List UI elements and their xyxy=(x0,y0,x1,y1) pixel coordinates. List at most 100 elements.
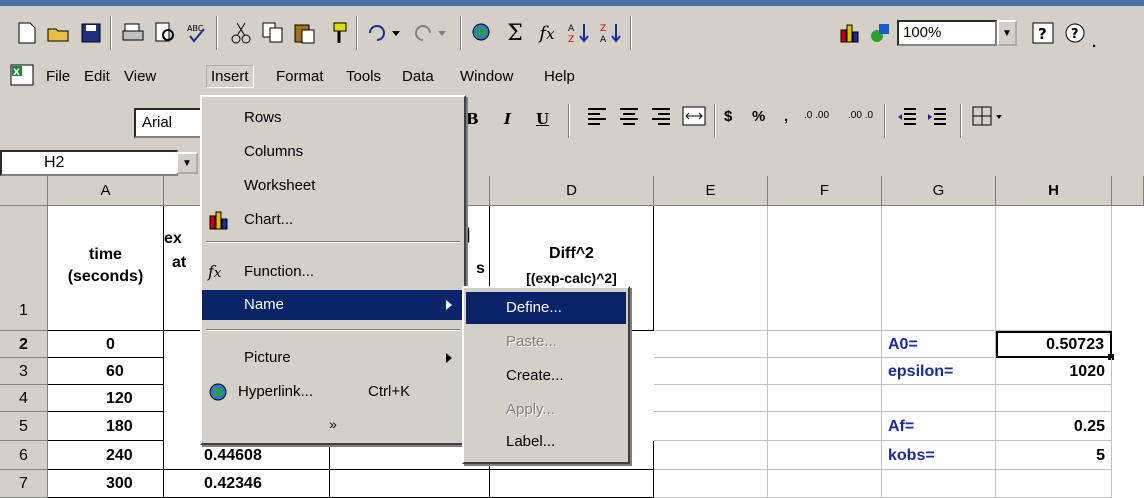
menu-window[interactable]: Window xyxy=(460,68,513,85)
hyperlink-icon[interactable] xyxy=(468,18,498,48)
sort-desc-icon[interactable]: ZA xyxy=(596,18,626,48)
cell-e2[interactable] xyxy=(654,331,768,358)
drawing-icon[interactable] xyxy=(866,18,896,48)
insert-hyperlink-item[interactable]: Hyperlink... Ctrl+K xyxy=(202,377,464,407)
borders-icon[interactable] xyxy=(972,106,1006,130)
column-header-e[interactable]: E xyxy=(654,176,768,206)
insert-chart-item[interactable]: Chart... xyxy=(202,205,464,235)
column-header-d[interactable]: D xyxy=(490,176,654,206)
menu-edit[interactable]: Edit xyxy=(84,68,110,85)
cell-a1[interactable]: time (seconds) xyxy=(48,206,164,331)
cell-d7[interactable] xyxy=(490,470,654,498)
format-painter-icon[interactable] xyxy=(322,18,352,48)
name-box-dropdown-arrow[interactable]: ▼ xyxy=(176,152,198,174)
office-assistant-icon[interactable]: ? xyxy=(1028,18,1058,48)
function-icon[interactable]: fx xyxy=(532,18,562,48)
menu-data[interactable]: Data xyxy=(402,68,434,85)
cell-f7[interactable] xyxy=(768,470,882,498)
insert-picture-item[interactable]: Picture xyxy=(202,343,464,373)
cell-f4[interactable] xyxy=(768,385,882,412)
name-apply-item[interactable]: Apply... xyxy=(466,394,626,426)
chart-wizard-icon[interactable] xyxy=(836,18,866,48)
name-create-item[interactable]: Create... xyxy=(466,360,626,392)
cut-icon[interactable] xyxy=(226,18,256,48)
row-header-7[interactable]: 7 xyxy=(0,470,48,498)
menu-tools[interactable]: Tools xyxy=(346,68,381,85)
decrease-decimal-icon[interactable]: .00 .0 xyxy=(848,110,873,121)
cell-e5[interactable] xyxy=(654,412,768,441)
undo-icon[interactable] xyxy=(364,18,408,48)
merge-center-icon[interactable] xyxy=(682,106,706,130)
increase-indent-icon[interactable] xyxy=(926,106,948,130)
cell-g2[interactable]: A0= xyxy=(882,331,996,358)
menu-help[interactable]: Help xyxy=(544,68,575,85)
select-all-corner[interactable] xyxy=(0,176,48,206)
cell-e3[interactable] xyxy=(654,358,768,385)
excel-app-icon[interactable]: X xyxy=(10,64,38,90)
font-name-box[interactable]: Arial xyxy=(134,108,204,138)
insert-rows-item[interactable]: Rows xyxy=(202,103,464,133)
cell-f5[interactable] xyxy=(768,412,882,441)
cell-a7[interactable]: 300 xyxy=(48,470,164,498)
cell-e4[interactable] xyxy=(654,385,768,412)
cell-h7[interactable] xyxy=(996,470,1112,498)
toolbar-more-icon[interactable]: . xyxy=(1092,34,1096,51)
print-icon[interactable] xyxy=(118,18,148,48)
comma-style-icon[interactable]: , xyxy=(784,108,788,125)
autosum-icon[interactable]: Σ xyxy=(500,18,530,48)
decrease-indent-icon[interactable] xyxy=(896,106,918,130)
column-header-h[interactable]: H xyxy=(996,176,1112,206)
insert-worksheet-item[interactable]: Worksheet xyxy=(202,171,464,201)
cell-h2-selected[interactable]: 0.50723 xyxy=(996,331,1112,358)
row-header-3[interactable]: 3 xyxy=(0,358,48,385)
cell-h3[interactable]: 1020 xyxy=(996,358,1112,385)
italic-button[interactable]: I xyxy=(504,110,511,128)
underline-button[interactable]: U xyxy=(536,110,549,128)
cell-h4[interactable] xyxy=(996,385,1112,412)
align-right-icon[interactable] xyxy=(650,106,672,130)
zoom-dropdown-arrow[interactable]: ▼ xyxy=(997,20,1017,46)
cell-c7[interactable] xyxy=(330,470,490,498)
paste-icon[interactable] xyxy=(290,18,320,48)
cell-h6[interactable]: 5 xyxy=(996,441,1112,470)
cell-b6[interactable]: 0.44608 xyxy=(164,441,330,470)
copy-icon[interactable] xyxy=(258,18,288,48)
increase-decimal-icon[interactable]: .0 .00 xyxy=(804,110,829,121)
cell-f1[interactable] xyxy=(768,206,882,331)
cell-a3[interactable]: 60 xyxy=(48,358,164,385)
expand-menu-chevron-icon[interactable]: » xyxy=(202,409,464,439)
row-header-2[interactable]: 2 xyxy=(0,331,48,358)
print-preview-icon[interactable] xyxy=(150,18,180,48)
menu-format[interactable]: Format xyxy=(276,68,324,85)
name-label-item[interactable]: Label... xyxy=(466,426,626,458)
insert-function-item[interactable]: fx Function... xyxy=(202,257,464,287)
column-header-i[interactable] xyxy=(1112,176,1144,206)
cell-f3[interactable] xyxy=(768,358,882,385)
cell-f2[interactable] xyxy=(768,331,882,358)
cell-g1[interactable] xyxy=(882,206,996,331)
cell-b7[interactable]: 0.42346 xyxy=(164,470,330,498)
cell-g5[interactable]: Af= xyxy=(882,412,996,441)
cell-g6[interactable]: kobs= xyxy=(882,441,996,470)
cell-e7[interactable] xyxy=(654,470,768,498)
cell-g4[interactable] xyxy=(882,385,996,412)
sort-asc-icon[interactable]: AZ xyxy=(564,18,594,48)
redo-icon[interactable] xyxy=(410,18,454,48)
cell-a6[interactable]: 240 xyxy=(48,441,164,470)
cell-f6[interactable] xyxy=(768,441,882,470)
row-header-5[interactable]: 5 xyxy=(0,412,48,441)
align-left-icon[interactable] xyxy=(586,106,608,130)
cell-h5[interactable]: 0.25 xyxy=(996,412,1112,441)
percent-icon[interactable]: % xyxy=(752,108,765,125)
column-header-g[interactable]: G xyxy=(882,176,996,206)
bold-button[interactable]: B xyxy=(466,110,479,128)
cell-g7[interactable] xyxy=(882,470,996,498)
menu-insert[interactable]: Insert xyxy=(206,65,254,88)
cell-a5[interactable]: 180 xyxy=(48,412,164,441)
row-header-4[interactable]: 4 xyxy=(0,385,48,412)
row-header-1[interactable]: 1 xyxy=(0,206,48,331)
column-header-f[interactable]: F xyxy=(768,176,882,206)
cell-e1[interactable] xyxy=(654,206,768,331)
name-paste-item[interactable]: Paste... xyxy=(466,326,626,358)
row-header-6[interactable]: 6 xyxy=(0,441,48,470)
